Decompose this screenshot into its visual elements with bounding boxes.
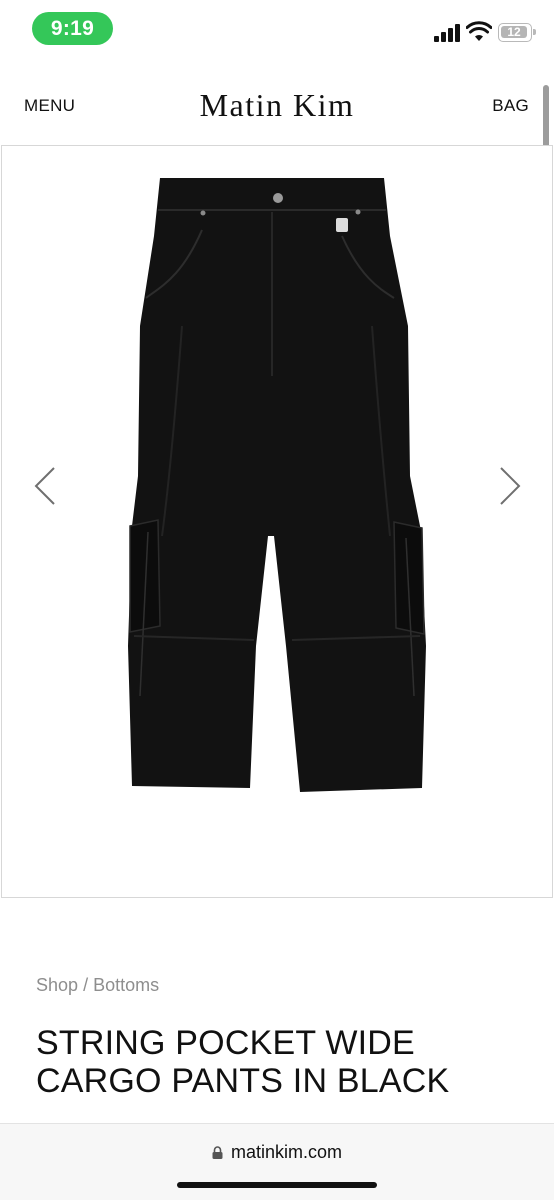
site-header: MENU Matin Kim BAG [0, 75, 554, 135]
chevron-left-icon[interactable] [30, 464, 60, 508]
status-bar: 9:19 12 [0, 0, 554, 60]
product-title: STRING POCKET WIDE CARGO PANTS IN BLACK [36, 1024, 516, 1100]
product-title-line-2: CARGO PANTS IN BLACK [36, 1062, 450, 1100]
lock-icon [212, 1146, 223, 1159]
cellular-signal-icon [434, 24, 460, 42]
brand-logo[interactable]: Matin Kim [0, 87, 554, 124]
status-time: 9:19 [32, 12, 113, 45]
browser-address-bar: matinkim.com [0, 1123, 554, 1200]
breadcrumb-separator: / [83, 975, 94, 995]
battery-level: 12 [501, 25, 527, 39]
breadcrumb-bottoms-link[interactable]: Bottoms [93, 975, 159, 995]
breadcrumb-shop-link[interactable]: Shop [36, 975, 78, 995]
product-gallery [1, 145, 553, 898]
chevron-right-icon[interactable] [495, 464, 525, 508]
wifi-icon [466, 21, 492, 41]
home-indicator[interactable] [177, 1182, 377, 1188]
product-image[interactable] [122, 176, 434, 794]
url-text: matinkim.com [230, 1142, 342, 1162]
product-title-line-1: STRING POCKET WIDE [36, 1024, 415, 1062]
battery-icon: 12 [498, 23, 536, 42]
url-field[interactable]: matinkim.com [0, 1142, 554, 1163]
breadcrumb: Shop / Bottoms [36, 975, 159, 996]
bag-button[interactable]: BAG [492, 96, 529, 116]
